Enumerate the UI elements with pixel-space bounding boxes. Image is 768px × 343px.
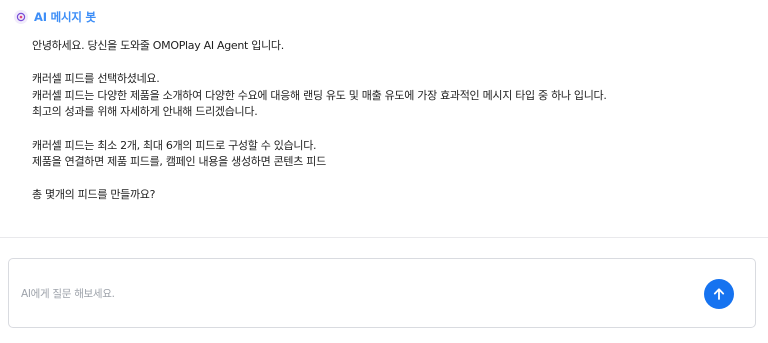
bot-name: AI 메시지 봇 — [34, 10, 96, 24]
bot-avatar-icon — [14, 10, 28, 24]
message-line: 총 몇개의 피드를 만들까요? — [32, 188, 156, 202]
message-line: 안녕하세요. 당신을 도와줄 OMOPlay AI Agent 입니다. — [32, 39, 284, 52]
send-button[interactable] — [704, 279, 734, 309]
composer — [8, 258, 756, 328]
arrow-up-icon — [712, 287, 726, 301]
chat-area: AI 메시지 봇 안녕하세요. 당신을 도와줄 OMOPlay AI Agent… — [0, 0, 768, 237]
message-line: 최고의 성과를 위해 자세하게 안내해 드리겠습니다. — [32, 105, 258, 119]
bot-message: 안녕하세요. 당신을 도와줄 OMOPlay AI Agent 입니다. 캐러셀… — [32, 38, 752, 204]
divider — [0, 237, 768, 238]
message-line: 캐러셀 피드는 다양한 제품을 소개하여 다양한 수요에 대응해 랜딩 유도 및… — [32, 88, 607, 102]
message-line: 캐러셀 피드는 최소 2개, 최대 6개의 피드로 구성할 수 있습니다. — [32, 138, 317, 152]
bot-header: AI 메시지 봇 — [14, 9, 96, 25]
message-line: 제품을 연결하면 제품 피드를, 캠페인 내용을 생성하면 콘텐츠 피드 — [32, 155, 326, 169]
message-line: 캐러셀 피드를 선택하셨네요. — [32, 72, 160, 86]
question-input[interactable] — [21, 285, 661, 303]
